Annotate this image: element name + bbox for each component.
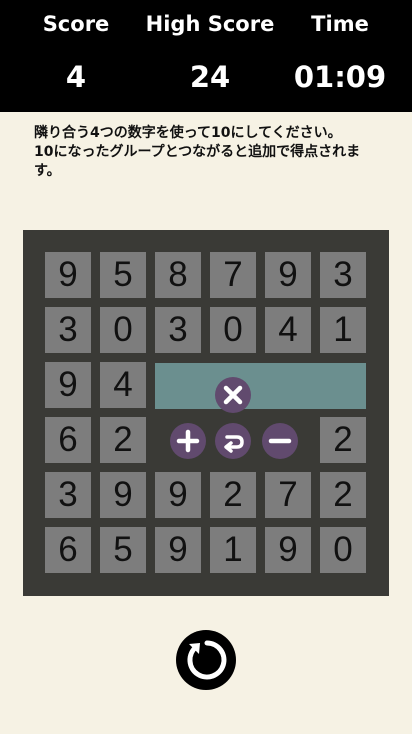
grid-cell[interactable]: 7	[265, 472, 311, 518]
subtract-button[interactable]	[262, 423, 298, 459]
grid-cell[interactable]: 0	[320, 527, 366, 573]
grid-cell[interactable]: 0	[210, 307, 256, 353]
grid-cell[interactable]: 9	[155, 527, 201, 573]
grid-cell[interactable]: 6	[45, 417, 91, 463]
selected-group	[155, 363, 366, 409]
grid-cell[interactable]: 9	[45, 362, 91, 408]
grid-cell[interactable]: 0	[100, 307, 146, 353]
grid-cell[interactable]: 3	[45, 307, 91, 353]
high-score-value: 24	[189, 60, 231, 94]
instructions: 隣り合う4つの数字を使って10にしてください。 10になったグループとつながると…	[34, 124, 374, 181]
score-label: Score	[42, 12, 110, 36]
grid-cell[interactable]: 8	[155, 252, 201, 298]
time-value: 01:09	[293, 60, 387, 94]
add-button[interactable]	[170, 423, 206, 459]
grid-cell[interactable]: 6	[45, 527, 91, 573]
grid-cell[interactable]: 3	[320, 252, 366, 298]
grid-cell[interactable]: 5	[100, 252, 146, 298]
grid-cell[interactable]: 2	[320, 472, 366, 518]
grid-cell[interactable]: 3	[155, 307, 201, 353]
grid-cell[interactable]: 9	[100, 472, 146, 518]
undo-icon	[224, 435, 244, 453]
minus-icon	[268, 438, 292, 444]
grid-cell[interactable]: 9	[265, 527, 311, 573]
restart-button[interactable]	[176, 630, 236, 690]
grid-cell[interactable]: 4	[265, 307, 311, 353]
grid-cell[interactable]: 2	[210, 472, 256, 518]
grid-cell[interactable]: 4	[100, 362, 146, 408]
score-value: 4	[65, 60, 87, 94]
grid-cell[interactable]: 3	[45, 472, 91, 518]
grid-cell[interactable]: 9	[265, 252, 311, 298]
number-grid: 95879330304194622399272659190	[23, 230, 389, 596]
score-header: Score 4 High Score 24 Time 01:09	[0, 0, 412, 112]
undo-button[interactable]	[215, 423, 251, 459]
grid-cell[interactable]: 9	[155, 472, 201, 518]
grid-cell[interactable]: 9	[45, 252, 91, 298]
grid-cell[interactable]: 2	[100, 417, 146, 463]
instruction-line-2: 10になったグループとつながると追加で得点されます。	[34, 144, 361, 179]
time-label: Time	[311, 12, 369, 36]
plus-icon	[176, 429, 200, 453]
grid-cell[interactable]: 1	[320, 307, 366, 353]
grid-cell[interactable]: 1	[210, 527, 256, 573]
high-score-label: High Score	[145, 12, 275, 36]
grid-cell[interactable]: 5	[100, 527, 146, 573]
grid-cell[interactable]: 2	[320, 417, 366, 463]
instruction-line-1: 隣り合う4つの数字を使って10にしてください。	[34, 125, 342, 141]
restart-icon	[187, 640, 227, 680]
grid-cell[interactable]: 7	[210, 252, 256, 298]
multiply-button[interactable]	[215, 377, 251, 413]
multiply-icon	[223, 385, 243, 405]
